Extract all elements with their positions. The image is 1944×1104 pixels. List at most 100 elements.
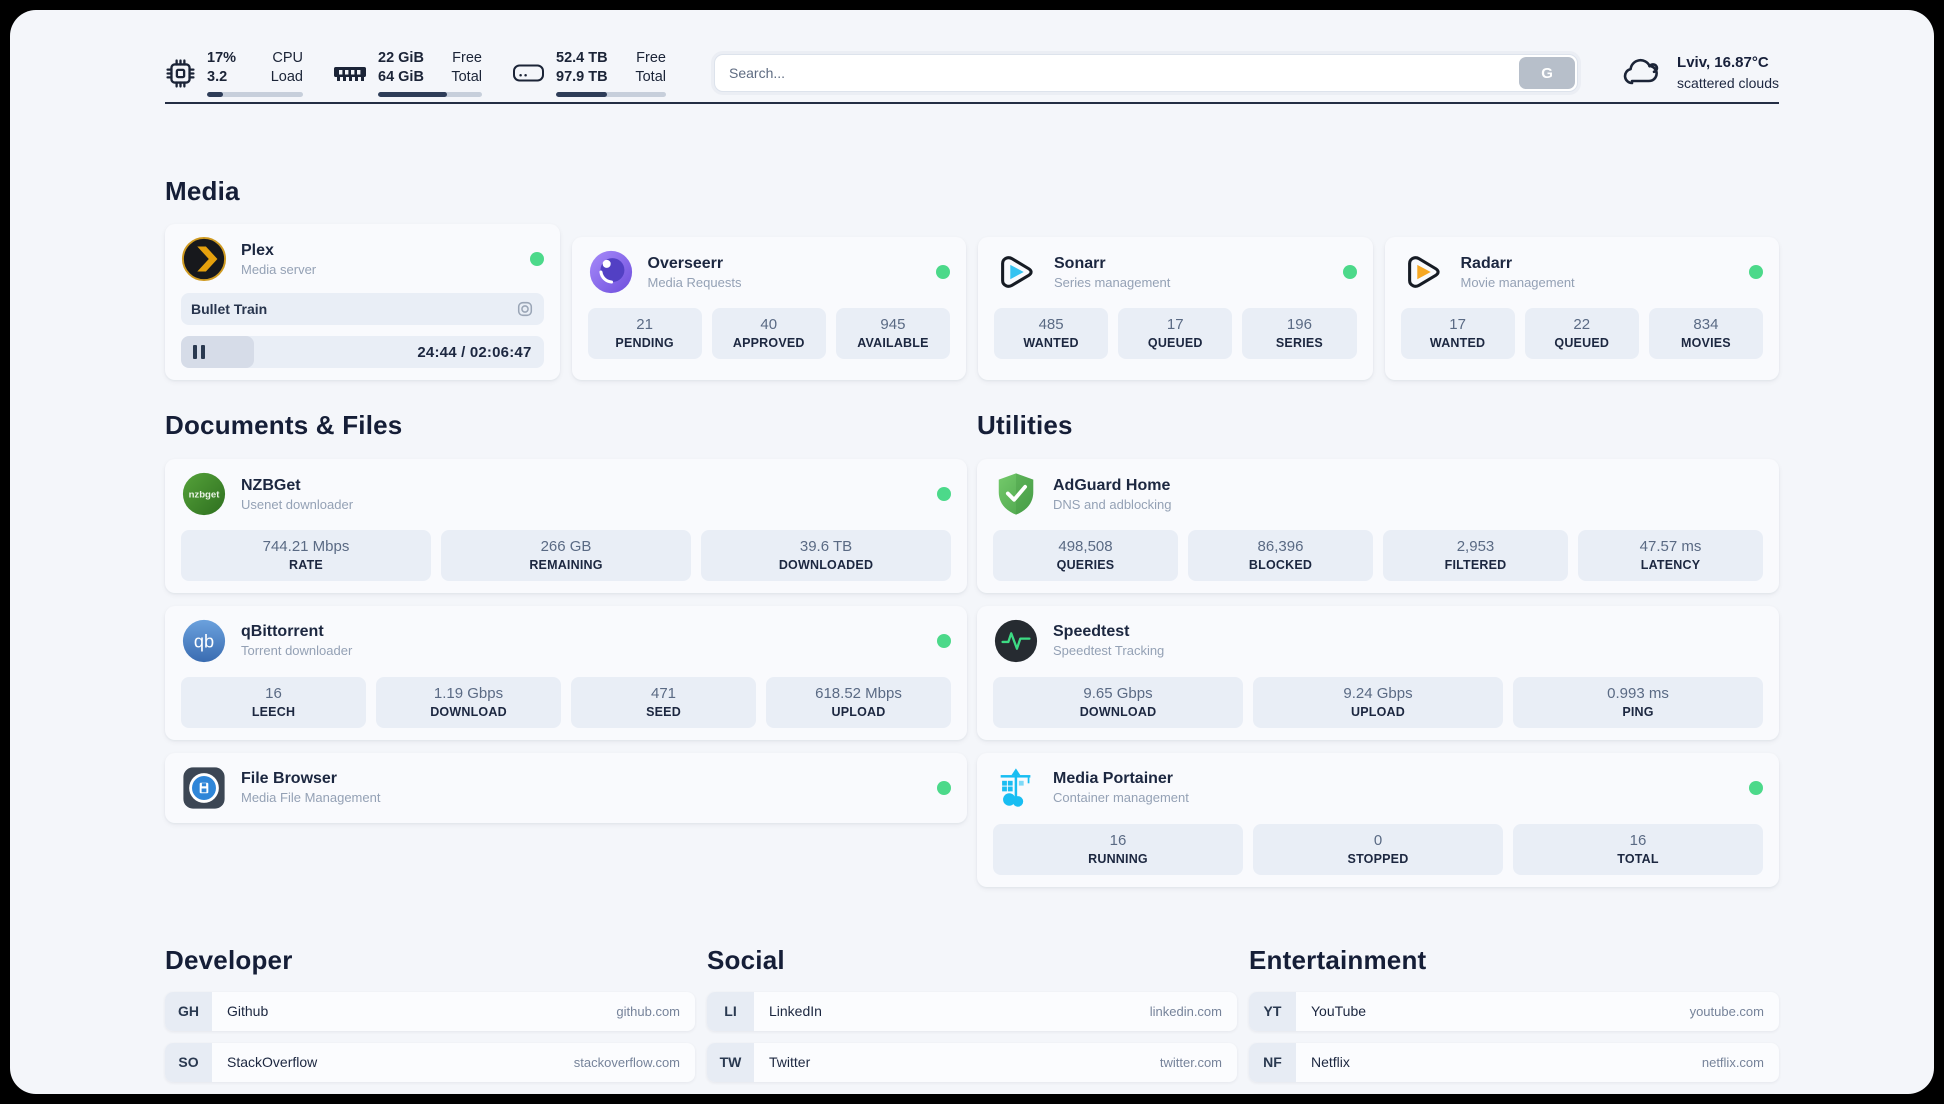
system-resources: 17% 3.2 CPU Load 22 GiB 64 GiB Free Tota… xyxy=(165,49,666,97)
app-card-adguard[interactable]: AdGuard Home DNS and adblocking 498,508 … xyxy=(977,459,1779,593)
bookmark-url: twitter.com xyxy=(1159,1054,1222,1070)
app-subtitle: Media File Management xyxy=(241,790,381,806)
dashboard-page: 17% 3.2 CPU Load 22 GiB 64 GiB Free Tota… xyxy=(10,10,1934,1094)
bookmark-abbr: YT xyxy=(1249,991,1296,1031)
bookmark-abbr: LI xyxy=(707,991,754,1031)
qbittorrent-app-icon: qb xyxy=(181,618,227,664)
app-title: NZBGet xyxy=(241,476,301,494)
stat-value: 498,508 xyxy=(1058,538,1113,555)
cpu-label-line2: Load xyxy=(270,69,303,85)
hard-drive-icon xyxy=(512,60,545,86)
status-online-dot xyxy=(1749,265,1763,279)
app-card-qbittorrent[interactable]: qb qBittorrent Torrent downloader 16 LEE… xyxy=(165,605,967,740)
pause-icon xyxy=(193,345,205,359)
section-title-media: Media xyxy=(165,176,240,206)
bookmark-twitter[interactable]: TW Twitter twitter.com xyxy=(707,1042,1237,1082)
stat-value: 40 xyxy=(760,316,778,333)
stat-value: 9.24 Gbps xyxy=(1343,684,1413,702)
header-divider xyxy=(165,102,1779,104)
stat-label: UPLOAD xyxy=(831,704,886,719)
bookmark-netflix[interactable]: NF Netflix netflix.com xyxy=(1249,1042,1779,1082)
stat-queries: 498,508 QUERIES xyxy=(993,530,1178,581)
cpu-progress-bar xyxy=(207,91,303,97)
stat-label: QUERIES xyxy=(1056,558,1115,572)
media-cards-row: Plex Media server Bullet Train 24:44 / 0… xyxy=(165,224,1779,380)
disk-label-line1: Free xyxy=(636,50,666,67)
app-card-portainer[interactable]: Media Portainer Container management 16 … xyxy=(977,752,1779,887)
status-online-dot xyxy=(1749,780,1763,795)
app-card-speedtest[interactable]: Speedtest Speedtest Tracking 9.65 Gbps D… xyxy=(977,605,1779,740)
memory-label-line2: Total xyxy=(451,69,482,85)
stat-ping: 0.993 ms PING xyxy=(1513,676,1763,728)
stat-label: BLOCKED xyxy=(1248,558,1313,572)
stat-value: 39.6 TB xyxy=(799,538,853,555)
app-card-plex[interactable]: Plex Media server Bullet Train 24:44 / 0… xyxy=(165,224,560,380)
cpu-label-line1: CPU xyxy=(272,50,303,67)
stat-available: 945 AVAILABLE xyxy=(835,308,951,359)
weather-condition: scattered clouds xyxy=(1677,74,1779,91)
stat-upload: 9.24 Gbps UPLOAD xyxy=(1253,676,1503,728)
stat-value: 1.19 Gbps xyxy=(433,684,504,702)
bookmark-url: youtube.com xyxy=(1689,1003,1764,1019)
stat-approved: 40 APPROVED xyxy=(711,308,826,359)
status-online-dot xyxy=(937,633,951,648)
stat-wanted: 485 WANTED xyxy=(994,308,1109,359)
stat-value: 47.57 ms xyxy=(1639,538,1702,555)
top-bar: 17% 3.2 CPU Load 22 GiB 64 GiB Free Tota… xyxy=(165,10,1779,102)
stat-queued: 17 QUEUED xyxy=(1118,308,1233,359)
stat-label: FILTERED xyxy=(1444,558,1507,572)
stat-seed: 471 SEED xyxy=(571,676,756,728)
stat-label: DOWNLOADED xyxy=(778,558,874,572)
app-card-overseerr[interactable]: Overseerr Media Requests 21 PENDING 40 A… xyxy=(571,237,966,380)
cpu-chip-icon xyxy=(165,58,196,89)
stat-label: WANTED xyxy=(1023,336,1079,350)
developer-column: Developer GH Github github.com SO StackO… xyxy=(165,887,695,1094)
app-title: Plex xyxy=(241,241,274,259)
disk-progress-bar xyxy=(556,91,666,97)
bookmark-linkedin[interactable]: LI LinkedIn linkedin.com xyxy=(707,991,1237,1031)
stat-label: APPROVED xyxy=(732,336,805,350)
app-subtitle: Media server xyxy=(241,261,317,277)
disk-free-value: 52.4 TB xyxy=(556,50,608,67)
bookmark-abbr: TW xyxy=(707,1042,754,1082)
stat-label: MOVIES xyxy=(1681,336,1731,350)
stat-label: UPLOAD xyxy=(1351,704,1405,719)
cpu-usage-widget: 17% 3.2 CPU Load xyxy=(165,49,303,97)
bookmark-github[interactable]: GH Github github.com xyxy=(165,991,695,1031)
now-playing-session-icon xyxy=(516,300,534,318)
bookmark-url: github.com xyxy=(616,1003,680,1019)
bookmark-youtube[interactable]: YT YouTube youtube.com xyxy=(1249,991,1779,1031)
status-online-dot xyxy=(529,252,544,266)
ram-icon xyxy=(333,61,367,85)
app-subtitle: Movie management xyxy=(1460,274,1575,290)
stat-label: TOTAL xyxy=(1617,851,1659,866)
stat-label: PENDING xyxy=(615,336,674,350)
stat-value: 86,396 xyxy=(1257,538,1304,555)
stat-label: STOPPED xyxy=(1347,851,1409,866)
stat-value: 471 xyxy=(650,684,677,702)
app-card-filebrowser[interactable]: File Browser Media File Management xyxy=(165,752,967,823)
stat-label: QUEUED xyxy=(1554,336,1610,350)
app-card-nzbget[interactable]: nzbget NZBGet Usenet downloader 744.21 M… xyxy=(165,459,967,593)
bookmark-url: netflix.com xyxy=(1701,1054,1764,1070)
app-title: AdGuard Home xyxy=(1053,476,1171,494)
status-online-dot xyxy=(937,487,951,501)
memory-total-value: 64 GiB xyxy=(378,69,424,85)
stat-total: 16 TOTAL xyxy=(1513,823,1763,875)
app-subtitle: Container management xyxy=(1053,790,1189,806)
stat-movies: 834 MOVIES xyxy=(1648,308,1764,359)
stat-stopped: 0 STOPPED xyxy=(1253,823,1503,875)
app-card-sonarr[interactable]: Sonarr Series management 485 WANTED 17 Q… xyxy=(978,237,1373,380)
stat-download: 9.65 Gbps DOWNLOAD xyxy=(993,676,1243,728)
app-card-radarr[interactable]: Radarr Movie management 17 WANTED 22 QUE… xyxy=(1384,237,1779,380)
stat-label: QUEUED xyxy=(1147,336,1203,350)
section-title-documents: Documents & Files xyxy=(165,410,403,440)
filebrowser-app-icon xyxy=(181,765,227,811)
stat-label: DOWNLOAD xyxy=(430,704,507,719)
search-engine-button[interactable]: G xyxy=(1519,57,1576,89)
playback-progress-bar[interactable]: 24:44 / 02:06:47 xyxy=(181,336,544,368)
bookmark-abbr: GH xyxy=(165,991,212,1031)
search-input[interactable] xyxy=(714,54,1579,92)
stat-value: 9.65 Gbps xyxy=(1083,684,1153,702)
bookmark-stackoverflow[interactable]: SO StackOverflow stackoverflow.com xyxy=(165,1042,695,1082)
